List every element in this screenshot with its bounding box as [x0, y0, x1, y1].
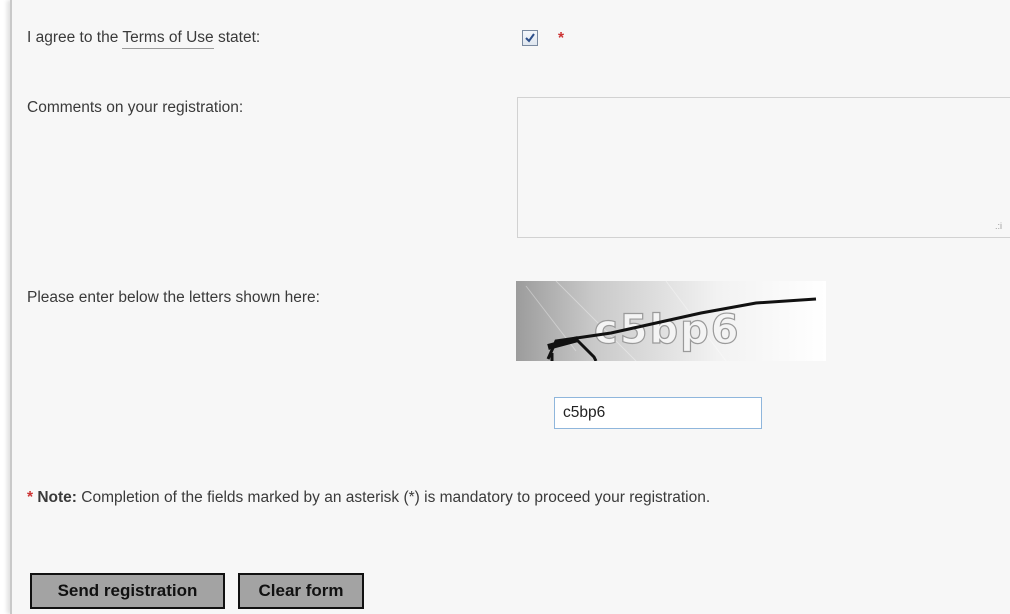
terms-suffix: statet:: [213, 29, 261, 46]
captcha-input[interactable]: [554, 397, 762, 429]
note-text: Completion of the fields marked by an as…: [76, 489, 711, 506]
note-asterisk: *: [27, 489, 34, 506]
captcha-image: c5bp6: [516, 281, 826, 361]
send-registration-button[interactable]: Send registration: [30, 573, 225, 609]
terms-of-use-link[interactable]: Terms of Use: [122, 29, 214, 49]
note-bold-label: Note:: [37, 489, 77, 506]
mandatory-note: * Note: Completion of the fields marked …: [27, 489, 710, 507]
comments-textarea[interactable]: .:i: [517, 97, 1010, 238]
captcha-text: c5bp6: [594, 307, 741, 353]
comments-label: Comments on your registration:: [27, 99, 244, 116]
terms-label: I agree to the Terms of Use statet:: [27, 29, 261, 49]
resize-grip-icon[interactable]: .:i: [995, 222, 1002, 231]
registration-form-panel: [10, 0, 1010, 614]
clear-form-button[interactable]: Clear form: [238, 573, 364, 609]
captcha-label: Please enter below the letters shown her…: [27, 289, 320, 306]
checkmark-icon: [525, 33, 535, 43]
terms-checkbox[interactable]: [522, 30, 538, 46]
required-asterisk: *: [558, 30, 565, 47]
terms-prefix: I agree to the: [27, 29, 123, 46]
